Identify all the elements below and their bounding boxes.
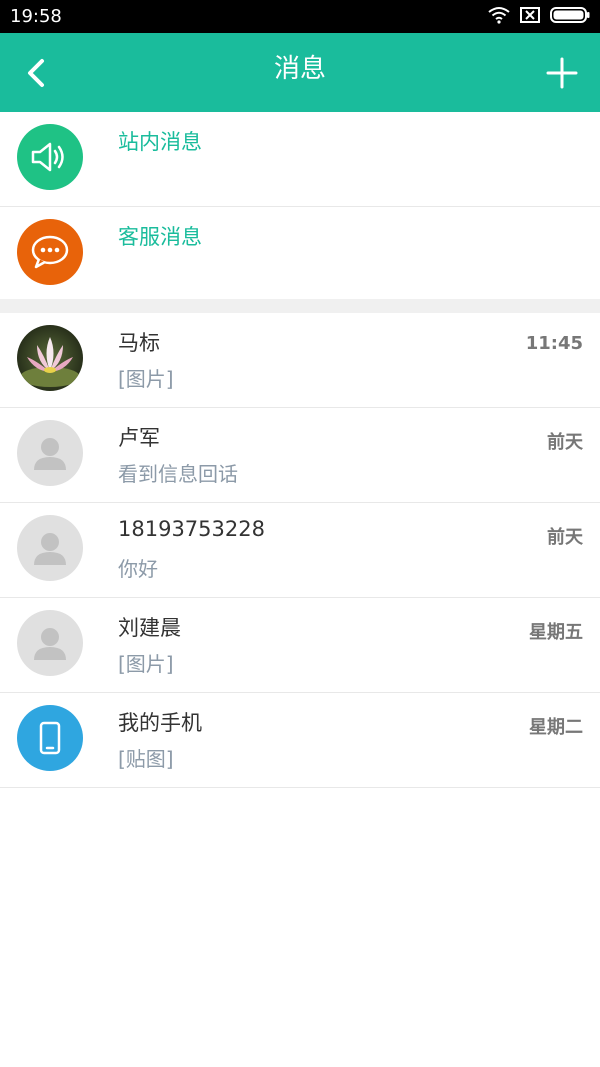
- message-time: 前天: [547, 527, 583, 548]
- default-user-icon: [17, 515, 83, 581]
- no-sim-icon: [520, 7, 540, 23]
- section-divider: [0, 299, 600, 313]
- conversation-item[interactable]: 马标 [图片] 11:45: [0, 313, 600, 408]
- page-title: 消息: [273, 54, 326, 84]
- contact-name: 卢军: [118, 426, 160, 450]
- speaker-icon: [17, 124, 83, 190]
- add-button[interactable]: [544, 55, 580, 91]
- contact-name: 马标: [118, 331, 160, 355]
- plus-icon: [546, 57, 578, 89]
- message-time: 星期五: [529, 622, 583, 643]
- message-preview: [图片]: [118, 367, 174, 391]
- conversation-item[interactable]: 我的手机 [贴图] 星期二: [0, 693, 600, 788]
- message-preview: [贴图]: [118, 747, 174, 771]
- status-icons: [488, 6, 590, 24]
- phone-icon: [17, 705, 83, 771]
- app-header: 消息: [0, 33, 600, 112]
- chat-bubble-icon: [17, 219, 83, 285]
- conversation-item[interactable]: 18193753228 你好 前天: [0, 503, 600, 598]
- conversation-list: 马标 [图片] 11:45 卢军 看到信息回话 前天 18193753228 你…: [0, 313, 600, 788]
- lotus-avatar: [17, 325, 83, 391]
- message-time: 前天: [547, 432, 583, 453]
- message-preview: 看到信息回话: [118, 462, 238, 486]
- message-preview: [图片]: [118, 652, 174, 676]
- conversation-item[interactable]: 刘建晨 [图片] 星期五: [0, 598, 600, 693]
- message-time: 星期二: [529, 717, 583, 738]
- message-time: 11:45: [525, 333, 583, 354]
- item-title: 站内消息: [118, 130, 202, 154]
- contact-name: 我的手机: [118, 711, 202, 735]
- message-preview: 你好: [118, 557, 158, 581]
- list-item-service-messages[interactable]: 客服消息: [0, 207, 600, 302]
- conversation-item[interactable]: 卢军 看到信息回话 前天: [0, 408, 600, 503]
- battery-icon: [550, 7, 590, 23]
- wifi-icon: [488, 7, 510, 24]
- default-user-icon: [17, 610, 83, 676]
- status-time: 19:58: [10, 6, 62, 27]
- system-message-list: 站内消息 客服消息: [0, 112, 600, 302]
- contact-name: 刘建晨: [118, 616, 181, 640]
- default-user-icon: [17, 420, 83, 486]
- item-title: 客服消息: [118, 225, 202, 249]
- contact-name: 18193753228: [118, 517, 265, 541]
- list-item-site-messages[interactable]: 站内消息: [0, 112, 600, 207]
- status-bar: 19:58: [0, 0, 600, 33]
